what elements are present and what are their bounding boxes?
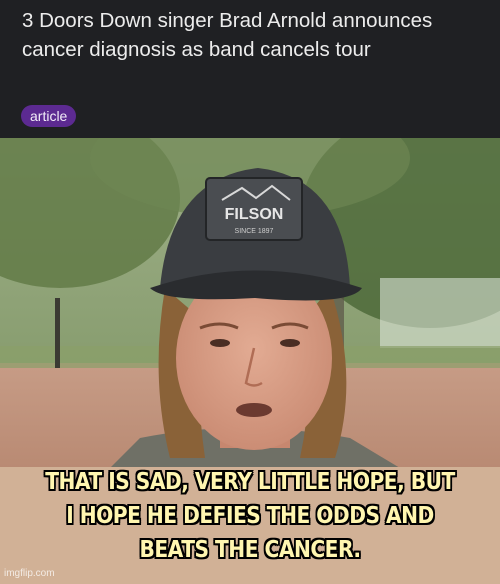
eye-left xyxy=(210,339,230,347)
article-headline[interactable]: 3 Doors Down singer Brad Arnold announce… xyxy=(22,6,482,64)
lamp-post xyxy=(55,298,60,368)
cap-logo-subtext: SINCE 1897 xyxy=(235,228,274,235)
cap-logo-text: FILSON xyxy=(225,206,284,223)
eye-right xyxy=(280,339,300,347)
meme-caption: THAT IS SAD, VERY LITTLE HOPE, BUT I HOP… xyxy=(45,467,455,563)
portrait-illustration: FILSON SINCE 1897 xyxy=(0,138,500,468)
article-tag[interactable]: article xyxy=(21,105,77,127)
article-photo: FILSON SINCE 1897 xyxy=(0,138,500,468)
distant-building xyxy=(380,278,500,348)
article-card[interactable]: 3 Doors Down singer Brad Arnold announce… xyxy=(0,0,500,138)
mouth xyxy=(236,403,272,417)
meme-page: 3 Doors Down singer Brad Arnold announce… xyxy=(0,0,500,584)
imgflip-watermark: imgflip.com xyxy=(4,568,55,579)
